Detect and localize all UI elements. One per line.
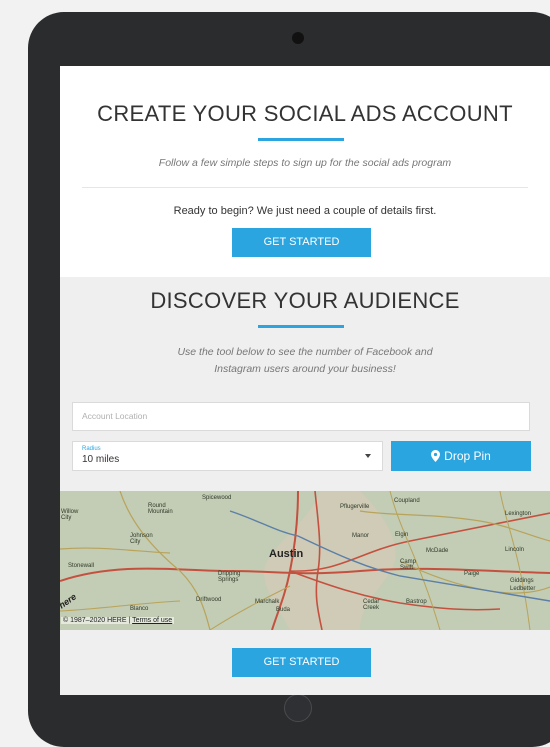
copyright-text: © 1987–2020 HERE | [63,617,131,624]
map-label: Lincoln [505,547,525,553]
radius-label: Radius [82,446,101,452]
map-label: Willow City [61,509,79,521]
chevron-down-icon[interactable] [365,454,371,458]
map-label: Stonewall [68,563,95,569]
map-label: Round Mountain [148,503,173,515]
map-label: Bastrop [406,599,427,605]
get-started-button[interactable]: GET STARTED [232,228,371,257]
map-label: Paige [464,571,480,577]
audience-subtitle-line: Use the tool below to see the number of … [177,346,433,358]
audience-title: DISCOVER YOUR AUDIENCE [150,288,460,313]
home-button[interactable] [284,694,312,722]
map-label: Ledbetter [510,586,536,592]
section-divider [82,187,528,188]
map-label: Spicewood [202,495,232,501]
map-label: Coupland [394,498,420,504]
map-label: Pflugerville [340,504,370,510]
radius-select[interactable]: Radius 10 miles [72,441,383,471]
map-label: Dripping Springs [218,571,241,583]
create-account-section: CREATE YOUR SOCIAL ADS ACCOUNT Follow a … [60,66,550,277]
map-label: Elgin [395,532,409,538]
map-label: Driftwood [196,597,222,603]
map-label-austin: Austin [269,548,304,560]
audience-section: DISCOVER YOUR AUDIENCE Use the tool belo… [60,277,550,695]
map-label: McDade [426,548,449,554]
account-location-input[interactable]: Account Location [72,402,530,431]
get-started-button-bottom[interactable]: GET STARTED [232,648,371,677]
camera-icon [292,32,304,44]
map-label: Blanco [130,606,149,612]
title-underline [258,138,344,141]
map-label: Cedar Creek [363,599,380,611]
map-pin-icon [431,450,441,462]
drop-pin-button[interactable]: Drop Pin [391,441,531,471]
map-label: Johnson City [130,533,153,545]
audience-subtitle: Use the tool below to see the number of … [100,344,510,378]
map-label: Manor [352,533,370,539]
screen: CREATE YOUR SOCIAL ADS ACCOUNT Follow a … [60,66,550,695]
radius-value: 10 miles [82,454,120,465]
terms-of-use-link[interactable]: Terms of use [132,617,172,624]
map-label: Camp Swift [400,559,417,571]
map-label: Buda [276,607,291,613]
map-copyright: © 1987–2020 HERE | Terms of use [61,617,175,624]
page-subtitle: Follow a few simple steps to sign up for… [158,157,452,169]
ready-text: Ready to begin? We just need a couple of… [173,205,437,217]
drop-pin-label: Drop Pin [444,449,491,463]
audience-subtitle-line: Instagram users around your business! [214,363,396,375]
page-title: CREATE YOUR SOCIAL ADS ACCOUNT [97,101,513,126]
map-label: Marchalk [255,599,280,605]
map-label: Giddings [510,578,534,584]
map-label: Lexington [505,511,532,517]
audience-title-underline [258,325,344,328]
audience-map[interactable]: Spicewood Round Mountain Willow City Joh… [60,491,550,630]
